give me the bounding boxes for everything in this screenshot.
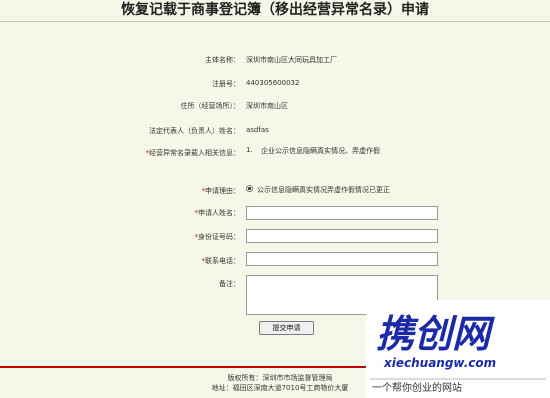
reg-no-value: 440305600032 — [246, 79, 300, 87]
submit-button[interactable]: 提交申请 — [259, 321, 314, 335]
abnormal-info-label: *经营异常名录载入相关信息： — [0, 148, 241, 158]
abnormal-info-label-text: 经营异常名录载入相关信息： — [149, 149, 240, 157]
reason-radio[interactable] — [246, 185, 253, 192]
watermark-url: xiechuangw.com — [383, 356, 496, 370]
reg-no-label: 注册号： — [212, 80, 240, 88]
watermark-logo: 携创网 xiechuangw.com 一个帮你创业的网站 — [366, 300, 550, 398]
id-number-label-text: 身份证号码： — [198, 233, 240, 241]
phone-input[interactable] — [246, 252, 438, 266]
subject-name-label: 主体名称： — [205, 56, 240, 64]
applicant-label-text: 申请人姓名： — [198, 209, 240, 217]
address-label: 住所（经营场所）： — [180, 102, 241, 110]
address-value: 深圳市南山区 — [246, 102, 288, 110]
watermark-slogan: 一个帮你创业的网站 — [372, 381, 462, 394]
page-title: 恢复记载于商事登记簿（移出经营异常名录）申请 — [121, 2, 429, 18]
id-number-input[interactable] — [246, 229, 438, 243]
legal-rep-label: 法定代表人（负责人）姓名： — [149, 127, 240, 135]
reason-label-text: 申请理由： — [205, 187, 240, 195]
reason-label: *申请理由： — [0, 186, 241, 196]
id-number-label: *身份证号码： — [0, 232, 241, 242]
remark-label: 备注： — [219, 280, 240, 288]
applicant-name-input[interactable] — [246, 206, 438, 220]
applicant-label: *申请人姓名： — [0, 208, 241, 218]
subject-name-value: 深圳市南山区大同玩具加工厂 — [246, 56, 337, 64]
phone-label: *联系电话： — [0, 256, 241, 266]
reason-option-label: 公示信息隐瞒真实情况弄虚作假情况已更正 — [257, 186, 390, 194]
watermark-logo-art: 携创网 xiechuangw.com 一个帮你创业的网站 — [370, 312, 546, 394]
abnormal-info-index: 1. — [246, 146, 253, 154]
title-divider — [0, 21, 550, 22]
abnormal-info-value: 企业公示信息隐瞒真实情况、弄虚作假 — [261, 147, 380, 155]
legal-rep-value: asdfas — [246, 126, 269, 134]
watermark-brand: 携创网 — [376, 312, 495, 356]
phone-label-text: 联系电话： — [205, 257, 240, 265]
